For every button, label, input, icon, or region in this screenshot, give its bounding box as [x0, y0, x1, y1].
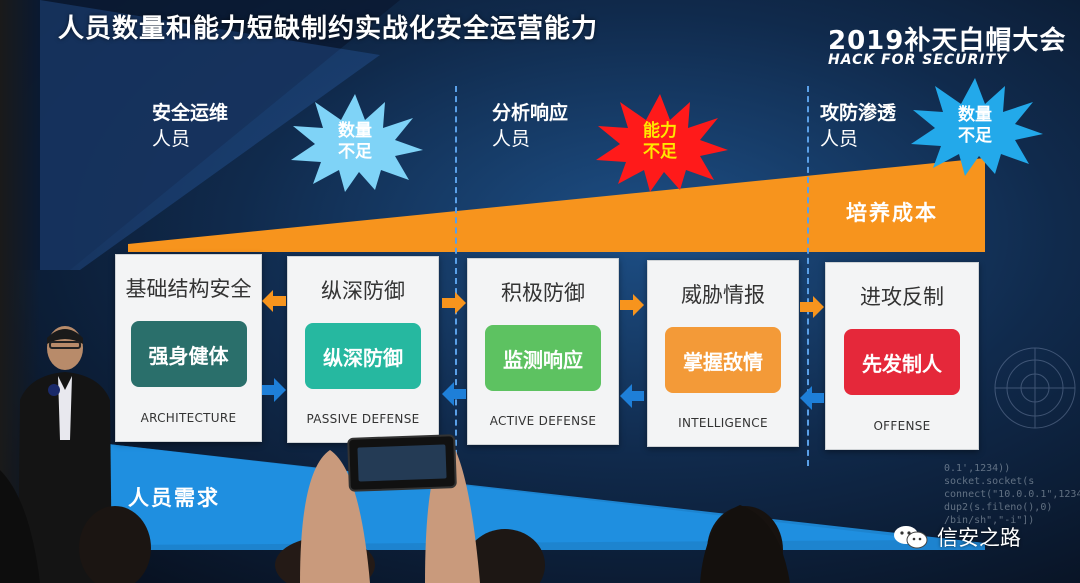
phone-screen: [357, 444, 447, 482]
wechat-icon: [894, 526, 928, 549]
audience-silhouettes: [0, 440, 790, 583]
watermark: 信安之路: [893, 522, 1021, 552]
phone-in-audience: [347, 434, 457, 492]
watermark-text: 信安之路: [937, 526, 1021, 550]
slide-stage: 人员数量和能力短缺制约实战化安全运营能力 2019补天白帽大会 HACK FOR…: [0, 0, 1080, 583]
